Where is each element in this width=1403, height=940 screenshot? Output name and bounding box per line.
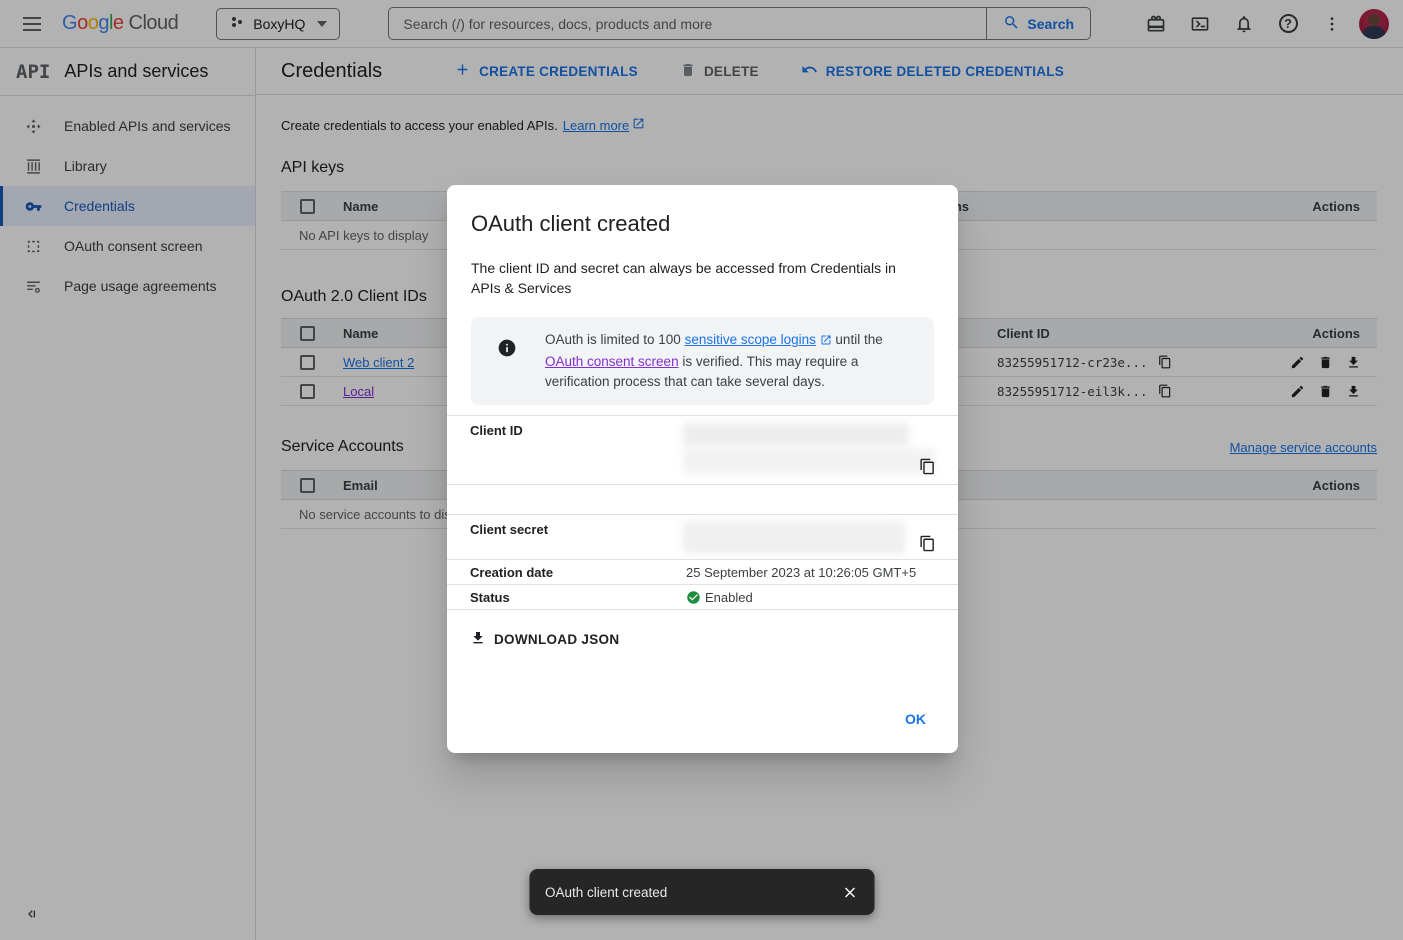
creation-date-row: Creation date 25 September 2023 at 10:26… [447,560,958,585]
sensitive-scope-logins-link[interactable]: sensitive scope logins [685,332,816,347]
download-icon [470,630,486,649]
info-icon [497,338,517,358]
oauth-consent-screen-link[interactable]: OAuth consent screen [545,354,679,369]
client-secret-label: Client secret [470,522,548,537]
status-value: Enabled [705,590,753,605]
status-row: Status Enabled [447,585,958,610]
copy-icon[interactable] [919,535,936,555]
creation-date-value: 25 September 2023 at 10:26:05 GMT+5 [686,560,916,584]
snackbar: OAuth client created [529,869,874,915]
check-circle-icon [686,590,701,605]
close-icon[interactable] [832,874,868,910]
client-id-row: Client ID [447,416,958,485]
notice-mid: until the [832,332,883,347]
download-json-label: DOWNLOAD JSON [494,632,619,647]
client-secret-redacted [683,521,905,554]
client-id-redacted [683,423,909,447]
client-id-redacted [683,448,935,474]
oauth-limit-notice: OAuth is limited to 100 sensitive scope … [471,317,934,405]
google-cloud-console: Google Cloud BoxyHQ Search [0,0,1403,940]
copy-icon[interactable] [919,458,936,478]
creation-date-label: Creation date [470,565,553,580]
client-id-label: Client ID [470,423,523,438]
ok-button[interactable]: OK [897,705,934,733]
notice-text: OAuth is limited to 100 sensitive scope … [545,330,918,392]
status-value-cell: Enabled [686,585,753,609]
dialog-title: OAuth client created [471,211,934,237]
client-details: Client ID Client secret Creation date 25… [447,415,958,610]
details-spacer-row [447,485,958,515]
download-json-button[interactable]: DOWNLOAD JSON [460,622,629,657]
client-secret-row: Client secret [447,515,958,560]
oauth-client-created-dialog: OAuth client created The client ID and s… [447,185,958,753]
external-link-icon [820,332,832,352]
dialog-body-text: The client ID and secret can always be a… [471,258,921,298]
status-label: Status [470,590,510,605]
notice-pre: OAuth is limited to 100 [545,332,685,347]
snackbar-message: OAuth client created [545,885,667,900]
